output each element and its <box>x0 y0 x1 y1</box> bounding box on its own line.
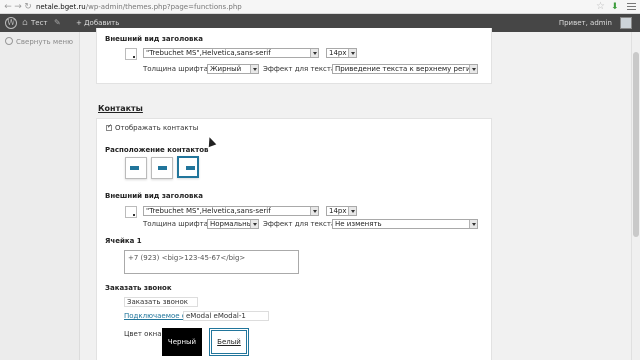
header-effect-label: Эффект для текста: <box>263 65 338 73</box>
comments-icon[interactable]: ✎ <box>54 14 61 32</box>
chevron-down-icon <box>250 220 258 228</box>
contacts-effect-label: Эффект для текста: <box>263 220 338 228</box>
address-bar[interactable]: netale.bget.ru/wp-admin/themes.php?page=… <box>36 2 242 12</box>
header-appearance-title: Внешний вид заголовка <box>105 35 203 43</box>
contacts-weight-select[interactable]: Нормальный <box>207 219 259 229</box>
site-name-link[interactable]: Тест <box>31 14 48 32</box>
contacts-font-family-value: "Trebuchet MS",Helvetica,sans-serif <box>146 207 271 215</box>
contacts-font-size-value: 14px <box>329 207 347 215</box>
header-weight-value: Жирный <box>210 65 242 73</box>
header-appearance-panel: Внешний вид заголовка "Trebuchet MS",Hel… <box>96 28 492 84</box>
reload-icon[interactable]: ↻ <box>23 2 33 12</box>
position-left-button[interactable] <box>125 157 147 179</box>
color-white-button[interactable]: Белый <box>209 328 249 356</box>
position-center-button[interactable] <box>151 157 173 179</box>
download-icon[interactable]: ⬇ <box>611 1 619 13</box>
cell1-title: Ячейка 1 <box>105 237 142 245</box>
cell1-textarea[interactable]: +7 (923) <big>123-45-67</big> <box>124 250 299 274</box>
admin-sidebar: Свернуть меню <box>0 32 80 360</box>
contacts-header-appearance-title: Внешний вид заголовка <box>105 192 203 200</box>
contacts-font-size-select[interactable]: 14px <box>326 206 357 216</box>
contacts-panel: Отображать контакты Расположение контакт… <box>96 118 492 360</box>
chevron-down-icon <box>310 207 318 215</box>
page-scrollbar[interactable] <box>631 32 640 360</box>
header-color-swatch[interactable] <box>125 48 137 60</box>
chevron-down-icon <box>348 49 356 57</box>
header-font-family-value: "Trebuchet MS",Helvetica,sans-serif <box>146 49 271 57</box>
contacts-effect-select[interactable]: Не изменять <box>332 219 478 229</box>
color-black-button[interactable]: Черный <box>162 328 202 356</box>
collapse-menu-button[interactable]: Свернуть меню <box>5 37 73 46</box>
callback-title: Заказать звонок <box>105 284 172 292</box>
header-effect-select[interactable]: Приведение текста к верхнему регистру <box>332 64 478 74</box>
linked-window-input[interactable]: eModal eModal-1 <box>183 311 269 321</box>
contacts-font-family-select[interactable]: "Trebuchet MS",Helvetica,sans-serif <box>143 206 319 216</box>
align-center-icon <box>158 166 167 170</box>
chevron-down-icon <box>469 65 477 73</box>
contacts-color-swatch[interactable] <box>125 206 137 218</box>
align-left-icon <box>130 166 139 170</box>
show-contacts-checkbox[interactable] <box>106 123 112 131</box>
chevron-down-icon <box>310 49 318 57</box>
show-contacts-label: Отображать контакты <box>115 124 199 132</box>
chevron-down-icon <box>348 207 356 215</box>
greeting-link[interactable]: Привет, admin <box>559 14 612 32</box>
window-color-label: Цвет окна: <box>124 330 164 338</box>
url-path: /wp-admin/themes.php?page=functions.php <box>85 3 242 11</box>
position-right-button[interactable] <box>177 156 199 178</box>
wordpress-logo-icon[interactable]: W <box>5 17 17 29</box>
contacts-effect-value: Не изменять <box>335 220 382 228</box>
chevron-down-icon <box>469 220 477 228</box>
browser-toolbar: ← → ↻ netale.bget.ru/wp-admin/themes.php… <box>0 0 640 14</box>
header-font-family-select[interactable]: "Trebuchet MS",Helvetica,sans-serif <box>143 48 319 58</box>
home-icon[interactable]: ⌂ <box>22 14 28 32</box>
bookmark-star-icon[interactable]: ☆ <box>596 1 605 13</box>
contacts-position-title: Расположение контактов <box>105 146 209 154</box>
url-host: netale.bget.ru <box>36 3 86 11</box>
callback-button-text-input[interactable]: Заказать звонок <box>124 297 198 307</box>
browser-menu-icon[interactable] <box>627 2 636 11</box>
header-effect-value: Приведение текста к верхнему регистру <box>335 65 478 73</box>
header-weight-select[interactable]: Жирный <box>207 64 259 74</box>
header-font-size-value: 14px <box>329 49 347 57</box>
avatar[interactable] <box>620 17 632 29</box>
chevron-down-icon <box>250 65 258 73</box>
header-font-size-select[interactable]: 14px <box>326 48 357 58</box>
collapse-icon <box>5 37 13 45</box>
align-right-icon <box>186 166 195 170</box>
header-weight-label: Толщина шрифта: <box>143 65 211 73</box>
contacts-weight-label: Толщина шрифта: <box>143 220 211 228</box>
forward-icon[interactable]: → <box>13 2 23 12</box>
back-icon[interactable]: ← <box>3 2 13 12</box>
collapse-label: Свернуть меню <box>16 38 73 46</box>
scrollbar-thumb[interactable] <box>633 52 639 237</box>
contacts-section-title: Контакты <box>98 104 143 113</box>
